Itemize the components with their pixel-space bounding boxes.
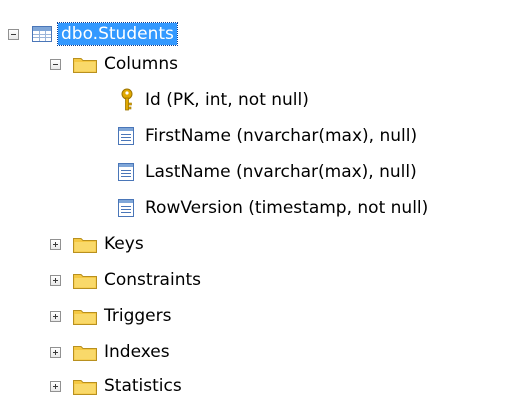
folder-icon: [73, 308, 97, 325]
expand-icon[interactable]: [50, 238, 61, 250]
folder-label[interactable]: Statistics: [101, 375, 185, 397]
column-icon: [117, 163, 135, 181]
expand-icon[interactable]: [50, 346, 61, 358]
column-label[interactable]: Id (PK, int, not null): [142, 89, 312, 111]
folder-label[interactable]: Keys: [101, 233, 147, 255]
column-icon: [117, 199, 135, 217]
folder-icon: [73, 344, 97, 361]
expand-icon[interactable]: [50, 380, 61, 392]
expand-icon[interactable]: [50, 274, 61, 286]
tree-node-triggers-folder[interactable]: Triggers: [50, 304, 175, 328]
tree-node-indexes-folder[interactable]: Indexes: [50, 340, 173, 364]
table-label[interactable]: dbo.Students: [57, 22, 178, 46]
expand-icon[interactable]: [50, 310, 61, 322]
tree-node-column[interactable]: RowVersion (timestamp, not null): [117, 196, 431, 220]
folder-icon: [73, 56, 97, 73]
folder-label[interactable]: Constraints: [101, 269, 204, 291]
tree-node-keys-folder[interactable]: Keys: [50, 232, 147, 256]
column-label[interactable]: FirstName (nvarchar(max), null): [142, 125, 420, 147]
folder-label[interactable]: Triggers: [101, 305, 175, 327]
collapse-icon[interactable]: [50, 58, 61, 70]
column-label[interactable]: LastName (nvarchar(max), null): [142, 161, 420, 183]
folder-icon: [73, 272, 97, 289]
tree-node-column[interactable]: FirstName (nvarchar(max), null): [117, 124, 420, 148]
folder-icon: [73, 236, 97, 253]
table-icon: [32, 26, 52, 42]
tree-node-table[interactable]: dbo.Students: [8, 22, 178, 46]
folder-label[interactable]: Columns: [101, 53, 181, 75]
folder-icon: [73, 378, 97, 395]
column-icon: [117, 127, 135, 145]
tree-node-column[interactable]: Id (PK, int, not null): [120, 88, 312, 112]
tree-node-columns-folder[interactable]: Columns: [50, 52, 181, 76]
tree-node-statistics-folder[interactable]: Statistics: [50, 374, 185, 398]
key-icon: [120, 88, 134, 112]
column-label[interactable]: RowVersion (timestamp, not null): [142, 197, 431, 219]
tree-node-constraints-folder[interactable]: Constraints: [50, 268, 204, 292]
folder-label[interactable]: Indexes: [101, 341, 173, 363]
tree-node-column[interactable]: LastName (nvarchar(max), null): [117, 160, 420, 184]
collapse-icon[interactable]: [8, 28, 19, 40]
object-explorer-tree: dbo.Students Columns Id (PK, int, not nu…: [0, 0, 514, 401]
